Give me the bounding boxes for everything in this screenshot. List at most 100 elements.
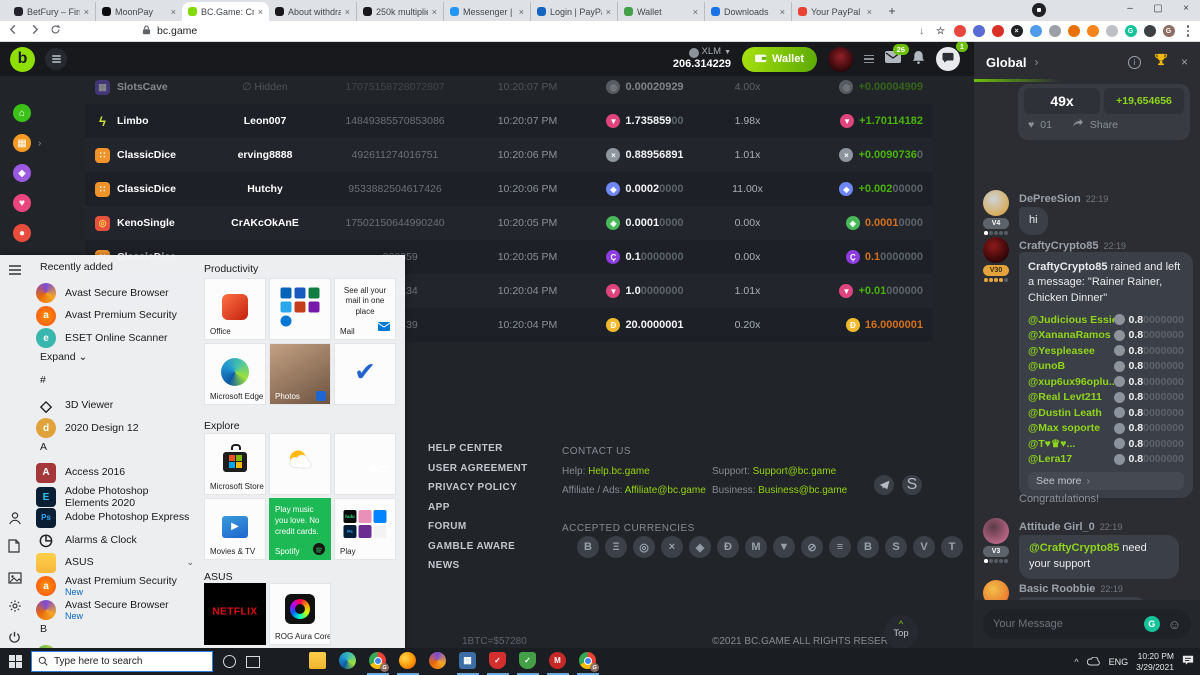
tile-news[interactable] xyxy=(334,433,396,495)
extension-x-icon[interactable]: × xyxy=(1011,25,1023,37)
rain-recipient-name[interactable]: @unoB xyxy=(1028,360,1065,372)
chat-avatar[interactable] xyxy=(983,518,1009,544)
tab-close-icon[interactable]: × xyxy=(519,7,524,17)
app-list-item[interactable]: Avast Secure Browser xyxy=(36,283,194,303)
see-more-button[interactable]: See more › xyxy=(1028,472,1184,490)
footer-link[interactable]: HELP CENTER xyxy=(428,443,503,454)
tile-weather[interactable] xyxy=(269,433,331,495)
browser-tab-8[interactable]: Wallet× xyxy=(617,2,704,21)
browser-tab-3[interactable]: BC.Game: Crypto C× xyxy=(182,2,269,21)
tile-mail[interactable]: See all your mail in one placeMail xyxy=(334,278,396,340)
adguard-icon[interactable]: ✓ xyxy=(519,652,536,669)
chat-tab-global[interactable]: Global xyxy=(986,55,1026,70)
metamask-icon[interactable] xyxy=(1087,25,1099,37)
sidebar-expand-chevron-icon[interactable]: › xyxy=(38,138,41,149)
chat-trophy-icon[interactable] xyxy=(1154,53,1168,71)
mcafee-icon[interactable]: M xyxy=(549,652,566,669)
grammarly-ext-icon[interactable]: G xyxy=(1125,25,1137,37)
tile-store[interactable]: Microsoft Store xyxy=(204,433,266,495)
extension-orange-icon[interactable] xyxy=(1068,25,1080,37)
sidebar-item-casino-red[interactable]: ● xyxy=(13,224,31,242)
rain-recipient-name[interactable]: @T♥♛♥... xyxy=(1028,438,1075,450)
footer-link[interactable]: APP xyxy=(428,502,450,513)
expand-link[interactable]: Expand ⌄ xyxy=(40,351,87,363)
start-button[interactable] xyxy=(9,655,22,668)
tab-close-icon[interactable]: × xyxy=(606,7,611,17)
rail-user-icon[interactable] xyxy=(8,511,24,527)
extension-blue-icon[interactable] xyxy=(973,25,985,37)
skype-icon[interactable]: S xyxy=(902,475,922,495)
tray-expand-icon[interactable]: ^ xyxy=(1074,657,1078,667)
rain-recipient-name[interactable]: @Dustin Leath xyxy=(1028,407,1102,419)
cortana-icon[interactable] xyxy=(223,655,236,668)
tab-close-icon[interactable]: × xyxy=(258,7,263,17)
extension-pinwheel-icon[interactable] xyxy=(954,25,966,37)
tile-spotify[interactable]: Play music you love. No credit cards.Spo… xyxy=(269,498,331,560)
new-tab-button[interactable]: + xyxy=(884,3,900,19)
download-scheduled-icon[interactable]: ↓ xyxy=(916,25,928,37)
chrome-icon[interactable]: G xyxy=(369,652,386,669)
bet-row[interactable]: ∷ClassicDiceerving888849261127401675110:… xyxy=(85,138,933,172)
tile-play[interactable]: huluPsPlay xyxy=(334,498,396,560)
action-center-icon[interactable] xyxy=(1182,653,1194,671)
antivirus-shield-icon[interactable]: ✓ xyxy=(489,652,506,669)
emoji-button[interactable]: ☺ xyxy=(1168,617,1181,632)
rail-pictures-icon[interactable] xyxy=(8,571,24,587)
chat-input[interactable]: Your Message G ☺ xyxy=(983,609,1191,639)
chat-avatar[interactable] xyxy=(983,190,1009,216)
rail-power-icon[interactable] xyxy=(8,631,24,647)
footer-link[interactable]: USER AGREEMENT xyxy=(428,463,528,474)
contact-link[interactable]: Help.bc.game xyxy=(588,466,650,477)
bcgame-logo[interactable]: b xyxy=(10,47,35,72)
contact-link[interactable]: Support@bc.game xyxy=(753,466,837,477)
chat-username[interactable]: Basic Roobbie22:19 xyxy=(1019,583,1123,595)
chat-username[interactable]: DePreeSion22:19 xyxy=(1019,193,1108,205)
user-avatar[interactable] xyxy=(828,47,853,72)
sidebar-item-casino-purple[interactable]: ◆ xyxy=(13,164,31,182)
edge-icon[interactable] xyxy=(339,652,356,669)
heart-icon[interactable]: ♥ xyxy=(1028,119,1034,131)
chat-username[interactable]: Attitude Girl_022:19 xyxy=(1019,521,1122,533)
rail-documents-icon[interactable] xyxy=(8,539,24,555)
win-share-card[interactable]: 49x+19,654656♥01Share xyxy=(1018,84,1190,140)
app-list-item[interactable]: Avast Secure BrowserNew xyxy=(36,599,194,621)
puzzle-icon[interactable] xyxy=(1144,25,1156,37)
app-list-item[interactable]: ASUS⌄ xyxy=(36,553,194,573)
rain-recipient-name[interactable]: @Max soporte xyxy=(1028,422,1100,434)
chat-close-icon[interactable]: × xyxy=(1181,55,1188,69)
tab-close-icon[interactable]: × xyxy=(780,7,785,17)
rain-recipient-name[interactable]: @Lera17 xyxy=(1028,453,1072,465)
bet-row[interactable]: ϟLimboLeon0071484938557085308610:20:07 P… xyxy=(85,104,933,138)
contact-link[interactable]: Affiliate@bc.game xyxy=(625,485,706,496)
chat-room-chevron-icon[interactable]: › xyxy=(1034,55,1038,69)
browser-tab-10[interactable]: Your PayPal verifica× xyxy=(791,2,878,21)
share-icon[interactable] xyxy=(1072,118,1084,131)
sidebar-item-casino-orange[interactable]: ▦ xyxy=(13,134,31,152)
chat-toggle-button[interactable]: 1 xyxy=(936,47,960,71)
contact-link[interactable]: Business@bc.game xyxy=(758,485,847,496)
rail-settings-icon[interactable] xyxy=(8,599,24,615)
rain-recipient-name[interactable]: @xup6ux96oplu... xyxy=(1028,376,1114,388)
footer-link[interactable]: FORUM xyxy=(428,521,467,532)
tile-netflix[interactable]: NETFLIX xyxy=(204,583,266,645)
tile-office[interactable]: Office xyxy=(204,278,266,340)
wallet-button[interactable]: Wallet xyxy=(742,47,817,72)
browser-tab-5[interactable]: 250k multiplier - Sl× xyxy=(356,2,443,21)
chat-info-icon[interactable]: i xyxy=(1128,56,1141,69)
sidebar-item-casino-pink[interactable]: ♥ xyxy=(13,194,31,212)
scroll-top-button[interactable]: Top xyxy=(884,615,918,649)
forward-button[interactable] xyxy=(29,22,40,40)
footer-link[interactable]: NEWS xyxy=(428,560,460,571)
taskbar-search[interactable]: Type here to search xyxy=(31,651,213,672)
footer-link[interactable]: GAMBLE AWARE xyxy=(428,541,515,552)
media-control-icon[interactable] xyxy=(1032,3,1046,17)
bookmark-star-icon[interactable]: ☆ xyxy=(935,25,947,37)
extension-gray-icon[interactable] xyxy=(1106,25,1118,37)
app-list-item[interactable]: PsAdobe Photoshop Express xyxy=(36,508,194,528)
chat-avatar[interactable] xyxy=(983,580,1009,600)
task-view-icon[interactable] xyxy=(246,656,260,668)
app-list-item[interactable]: aAvast Premium SecurityNew xyxy=(36,575,194,597)
sidebar-item-home[interactable]: ⌂ xyxy=(13,104,31,122)
browser-tab-4[interactable]: About withdraw. | E× xyxy=(269,2,356,21)
tile-officeapps[interactable] xyxy=(269,278,331,340)
